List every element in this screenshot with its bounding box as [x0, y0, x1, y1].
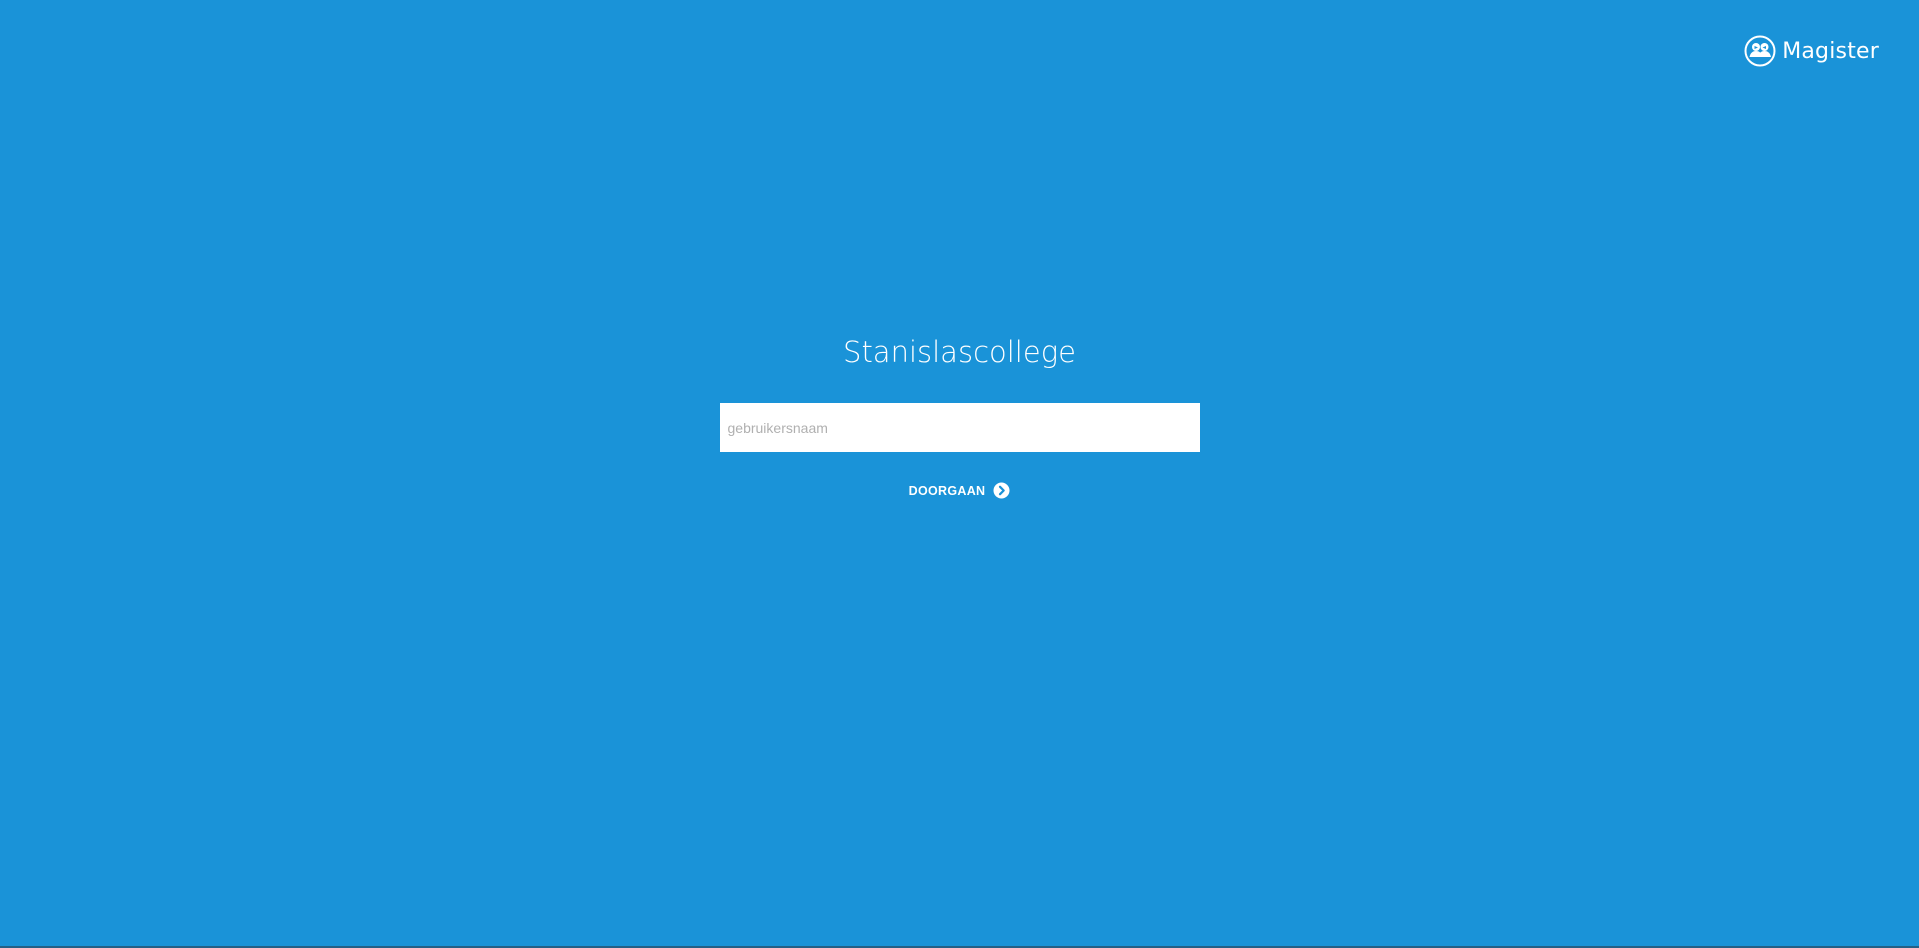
- chevron-circle-right-icon: [993, 482, 1010, 499]
- login-form: Stanislascollege DOORGAAN: [0, 330, 1919, 499]
- magister-people-icon: [1744, 35, 1776, 67]
- continue-button-label: DOORGAAN: [908, 483, 986, 498]
- brand-logo-link[interactable]: Magister: [1744, 35, 1879, 67]
- continue-button[interactable]: DOORGAAN: [909, 482, 1011, 499]
- username-input[interactable]: [719, 403, 1200, 452]
- login-page: Magister Stanislascollege DOORGAAN: [0, 0, 1919, 948]
- brand-name: Magister: [1782, 38, 1879, 64]
- school-name: Stanislascollege: [843, 335, 1076, 369]
